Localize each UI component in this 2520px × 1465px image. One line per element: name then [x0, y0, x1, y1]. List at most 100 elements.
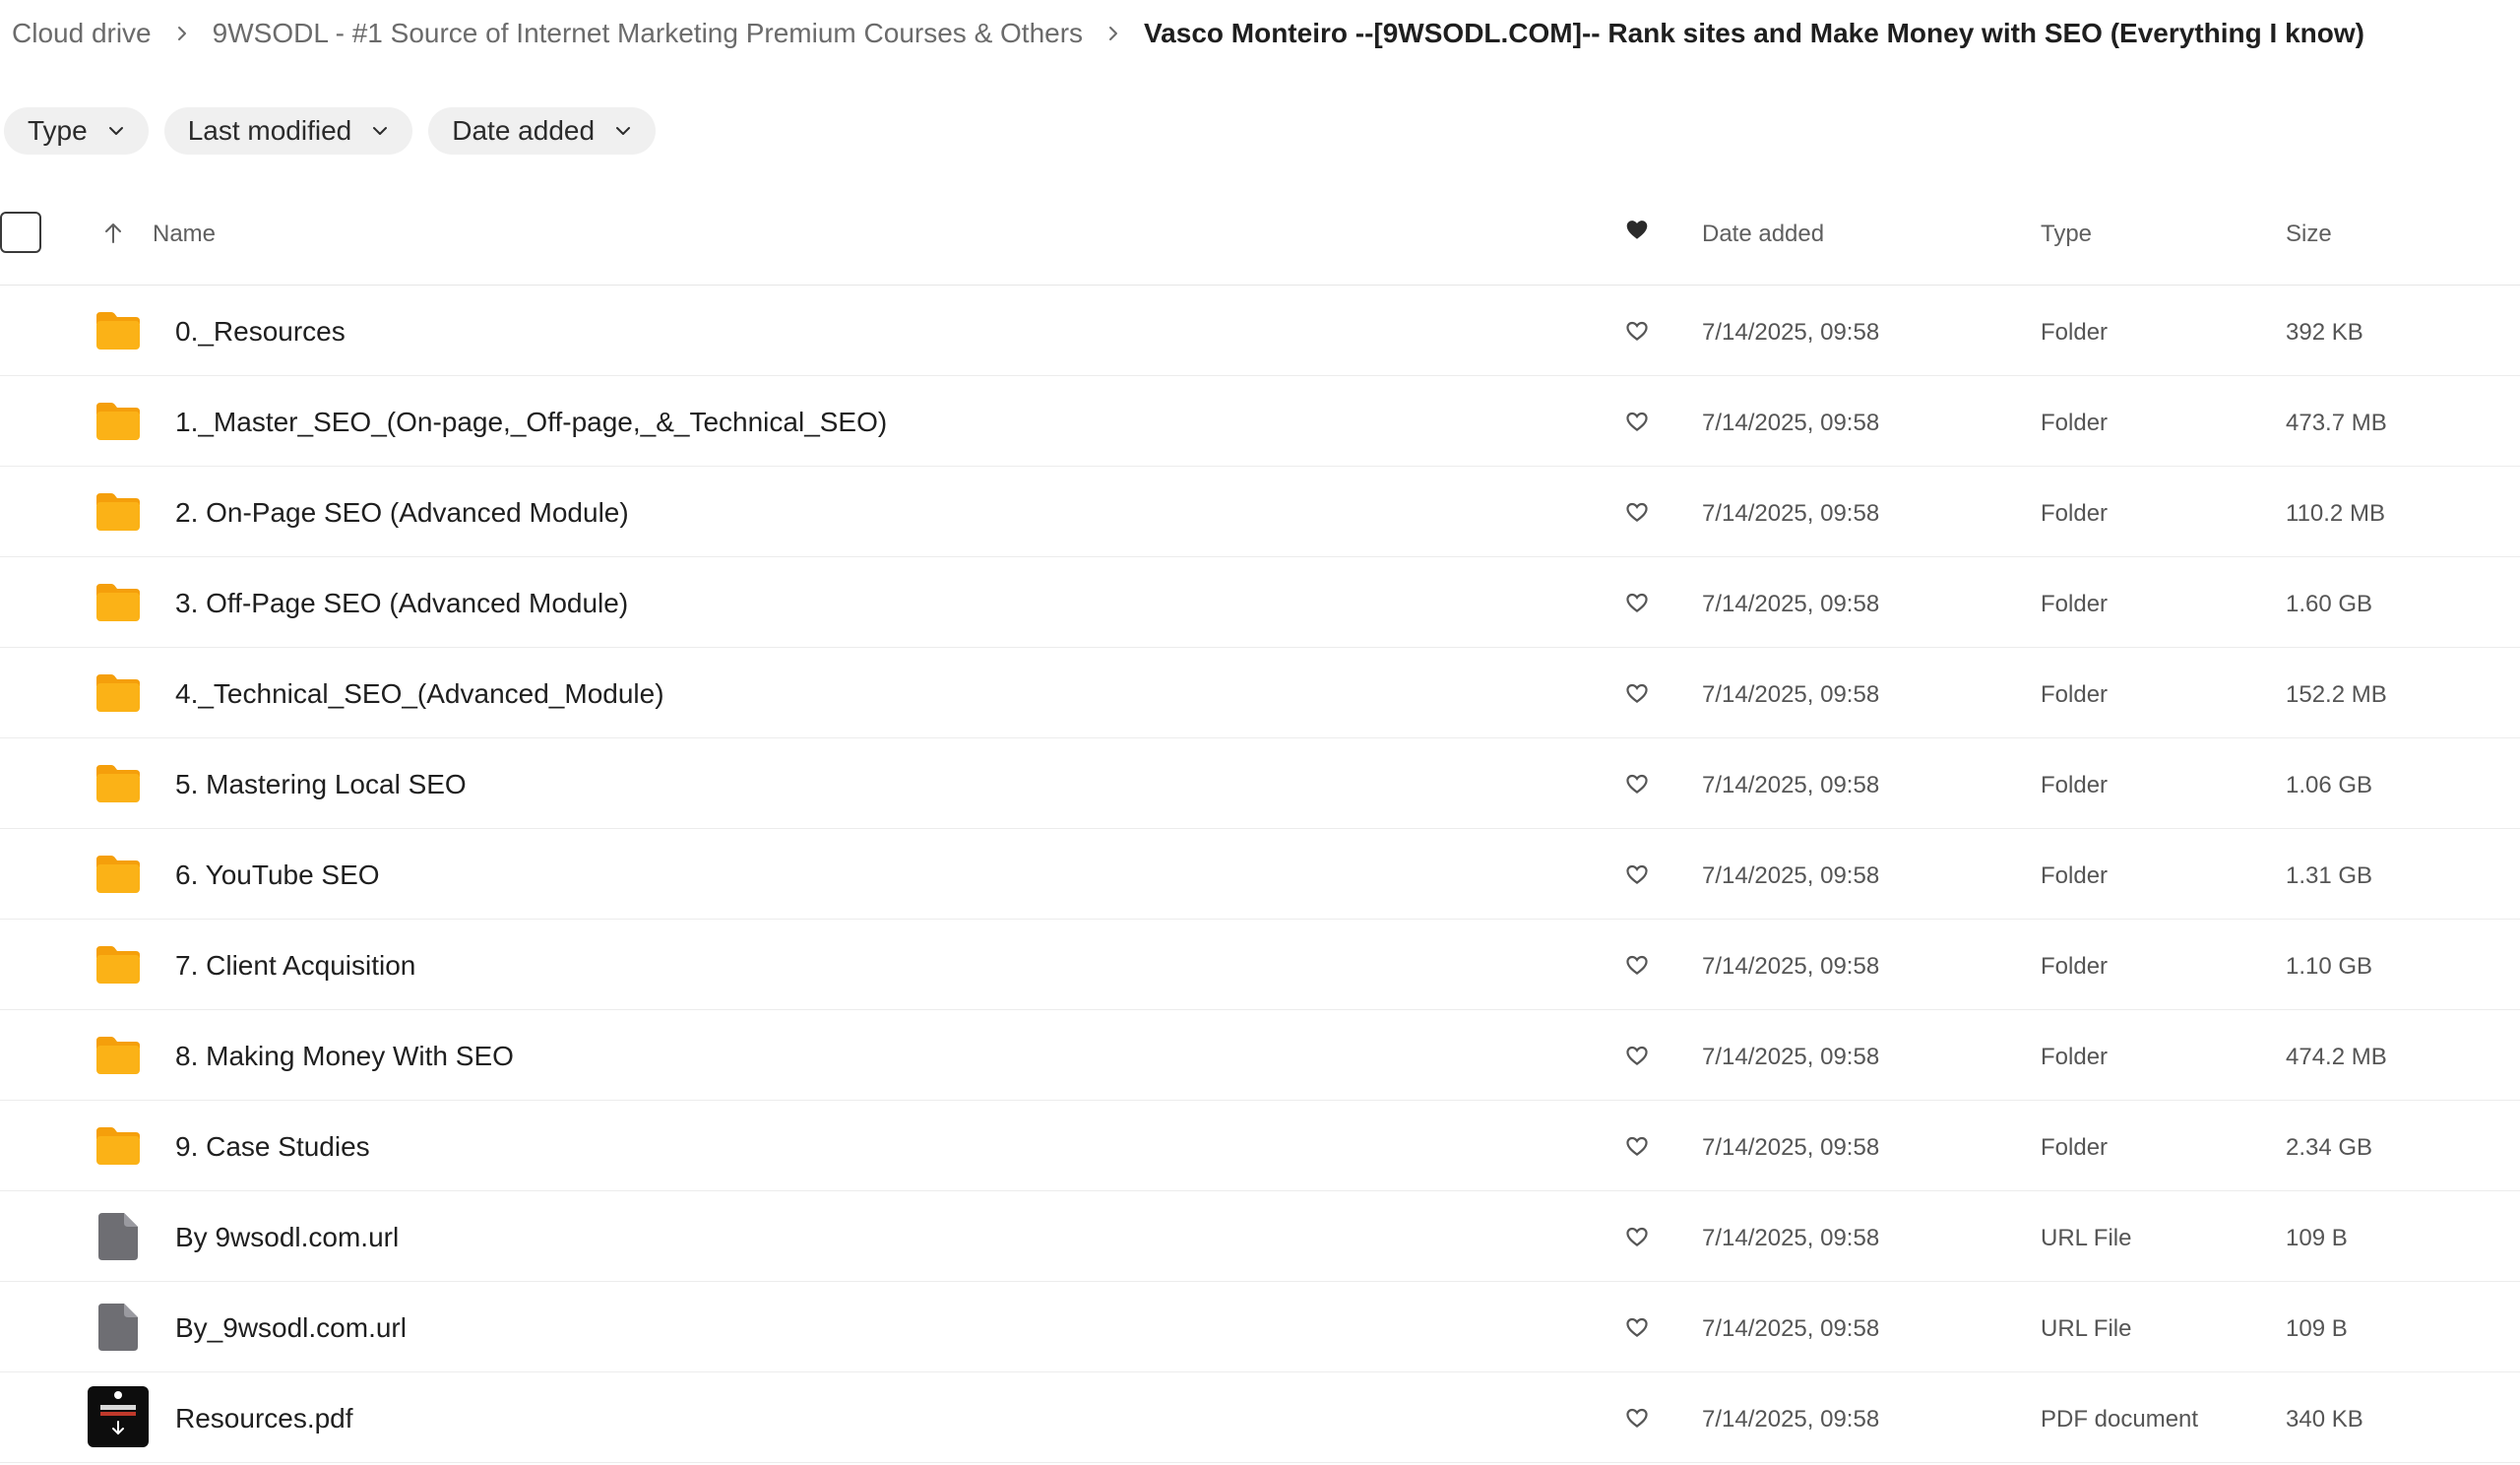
file-type: Folder	[2041, 862, 2109, 889]
chevron-down-icon	[612, 120, 634, 142]
heart-outline-icon[interactable]	[1624, 1314, 1650, 1340]
date-added: 7/14/2025, 09:58	[1702, 1044, 1880, 1070]
file-type: Folder	[2041, 319, 2109, 346]
file-type: URL File	[2041, 1225, 2132, 1251]
file-size: 392 KB	[2286, 319, 2363, 346]
folder-icon	[96, 946, 140, 984]
date-added: 7/14/2025, 09:58	[1702, 953, 1880, 980]
file-name: 1._Master_SEO_(On-page,_Off-page,_&_Tech…	[175, 407, 888, 437]
table-row[interactable]: By 9wsodl.com.url 7/14/2025, 09:58 URL F…	[0, 1191, 2520, 1282]
heart-outline-icon[interactable]	[1624, 1224, 1650, 1249]
file-name: By 9wsodl.com.url	[175, 1222, 400, 1252]
file-name: By_9wsodl.com.url	[175, 1312, 407, 1343]
filter-type-button[interactable]: Type	[4, 107, 149, 155]
file-name: 5. Mastering Local SEO	[175, 769, 467, 799]
folder-icon	[96, 493, 140, 531]
column-header-type[interactable]: Type	[2041, 221, 2092, 248]
date-added: 7/14/2025, 09:58	[1702, 1225, 1880, 1251]
file-size: 473.7 MB	[2286, 410, 2387, 436]
date-added: 7/14/2025, 09:58	[1702, 500, 1880, 527]
table-row[interactable]: 4._Technical_SEO_(Advanced_Module) 7/14/…	[0, 648, 2520, 738]
file-name: 3. Off-Page SEO (Advanced Module)	[175, 588, 629, 618]
table-row[interactable]: Resources.pdf 7/14/2025, 09:58 PDF docum…	[0, 1372, 2520, 1463]
folder-icon	[96, 1127, 140, 1165]
file-type: Folder	[2041, 500, 2109, 527]
filter-label: Last modified	[187, 115, 352, 146]
heart-filled-icon	[1626, 221, 1648, 239]
date-added: 7/14/2025, 09:58	[1702, 862, 1880, 889]
folder-icon	[96, 765, 140, 802]
date-added: 7/14/2025, 09:58	[1702, 772, 1880, 798]
file-type: Folder	[2041, 1134, 2109, 1161]
file-size: 109 B	[2286, 1315, 2348, 1342]
file-type: Folder	[2041, 591, 2109, 617]
folder-icon	[96, 403, 140, 440]
file-size: 1.60 GB	[2286, 591, 2373, 617]
table-row[interactable]: 6. YouTube SEO 7/14/2025, 09:58 Folder 1…	[0, 829, 2520, 920]
heart-outline-icon[interactable]	[1624, 952, 1650, 978]
file-size: 2.34 GB	[2286, 1134, 2373, 1161]
table-row[interactable]: 3. Off-Page SEO (Advanced Module) 7/14/2…	[0, 557, 2520, 648]
file-type: Folder	[2041, 1044, 2109, 1070]
date-added: 7/14/2025, 09:58	[1702, 591, 1880, 617]
column-header-date-added[interactable]: Date added	[1702, 221, 1824, 248]
file-name: 2. On-Page SEO (Advanced Module)	[175, 497, 629, 528]
table-row[interactable]: 2. On-Page SEO (Advanced Module) 7/14/20…	[0, 467, 2520, 557]
file-list: 0._Resources 7/14/2025, 09:58 Folder 392…	[0, 286, 2520, 1463]
select-all-checkbox[interactable]	[0, 212, 41, 253]
file-name: 4._Technical_SEO_(Advanced_Module)	[175, 678, 664, 709]
file-size: 110.2 MB	[2286, 500, 2385, 527]
file-name: 0._Resources	[175, 316, 346, 347]
folder-icon	[96, 674, 140, 712]
file-size: 340 KB	[2286, 1406, 2363, 1433]
filter-label: Date added	[452, 115, 596, 146]
chevron-down-icon	[105, 120, 127, 142]
table-row[interactable]: 0._Resources 7/14/2025, 09:58 Folder 392…	[0, 286, 2520, 376]
file-type: URL File	[2041, 1315, 2132, 1342]
file-type: Folder	[2041, 681, 2109, 708]
heart-outline-icon[interactable]	[1624, 499, 1650, 525]
heart-outline-icon[interactable]	[1624, 590, 1650, 615]
breadcrumb-cloud-drive[interactable]: Cloud drive	[12, 18, 152, 49]
column-header-size[interactable]: Size	[2286, 221, 2332, 248]
file-icon	[98, 1213, 138, 1260]
table-row[interactable]: 5. Mastering Local SEO 7/14/2025, 09:58 …	[0, 738, 2520, 829]
heart-outline-icon[interactable]	[1624, 861, 1650, 887]
filter-last-modified-button[interactable]: Last modified	[163, 107, 413, 155]
table-row[interactable]: By_9wsodl.com.url 7/14/2025, 09:58 URL F…	[0, 1282, 2520, 1372]
heart-outline-icon[interactable]	[1624, 1133, 1650, 1159]
table-row[interactable]: 8. Making Money With SEO 7/14/2025, 09:5…	[0, 1010, 2520, 1101]
heart-outline-icon[interactable]	[1624, 409, 1650, 434]
sort-ascending-icon[interactable]	[100, 221, 126, 246]
file-name: 9. Case Studies	[175, 1131, 370, 1162]
date-added: 7/14/2025, 09:58	[1702, 1315, 1880, 1342]
date-added: 7/14/2025, 09:58	[1702, 1134, 1880, 1161]
column-header-name[interactable]: Name	[153, 221, 216, 248]
file-size: 109 B	[2286, 1225, 2348, 1251]
file-name: 6. YouTube SEO	[175, 860, 380, 890]
table-row[interactable]: 1._Master_SEO_(On-page,_Off-page,_&_Tech…	[0, 376, 2520, 467]
heart-outline-icon[interactable]	[1624, 680, 1650, 706]
folder-icon	[96, 584, 140, 621]
file-name: 7. Client Acquisition	[175, 950, 416, 981]
date-added: 7/14/2025, 09:58	[1702, 410, 1880, 436]
table-header: Name Date added Type Size	[0, 203, 2520, 286]
table-row[interactable]: 9. Case Studies 7/14/2025, 09:58 Folder …	[0, 1101, 2520, 1191]
date-added: 7/14/2025, 09:58	[1702, 1406, 1880, 1433]
file-type: Folder	[2041, 772, 2109, 798]
breadcrumb: Cloud drive 9WSODL - #1 Source of Intern…	[12, 14, 2364, 53]
heart-outline-icon[interactable]	[1624, 1405, 1650, 1431]
filter-bar: Type Last modified Date added	[4, 107, 657, 155]
heart-outline-icon[interactable]	[1624, 1043, 1650, 1068]
file-size: 1.31 GB	[2286, 862, 2373, 889]
table-row[interactable]: 7. Client Acquisition 7/14/2025, 09:58 F…	[0, 920, 2520, 1010]
chevron-down-icon	[369, 120, 391, 142]
breadcrumb-parent-folder[interactable]: 9WSODL - #1 Source of Internet Marketing…	[213, 18, 1083, 49]
folder-icon	[96, 856, 140, 893]
file-size: 1.06 GB	[2286, 772, 2373, 798]
heart-outline-icon[interactable]	[1624, 318, 1650, 344]
filter-date-added-button[interactable]: Date added	[428, 107, 657, 155]
file-size: 474.2 MB	[2286, 1044, 2387, 1070]
heart-outline-icon[interactable]	[1624, 771, 1650, 796]
folder-icon	[96, 1037, 140, 1074]
